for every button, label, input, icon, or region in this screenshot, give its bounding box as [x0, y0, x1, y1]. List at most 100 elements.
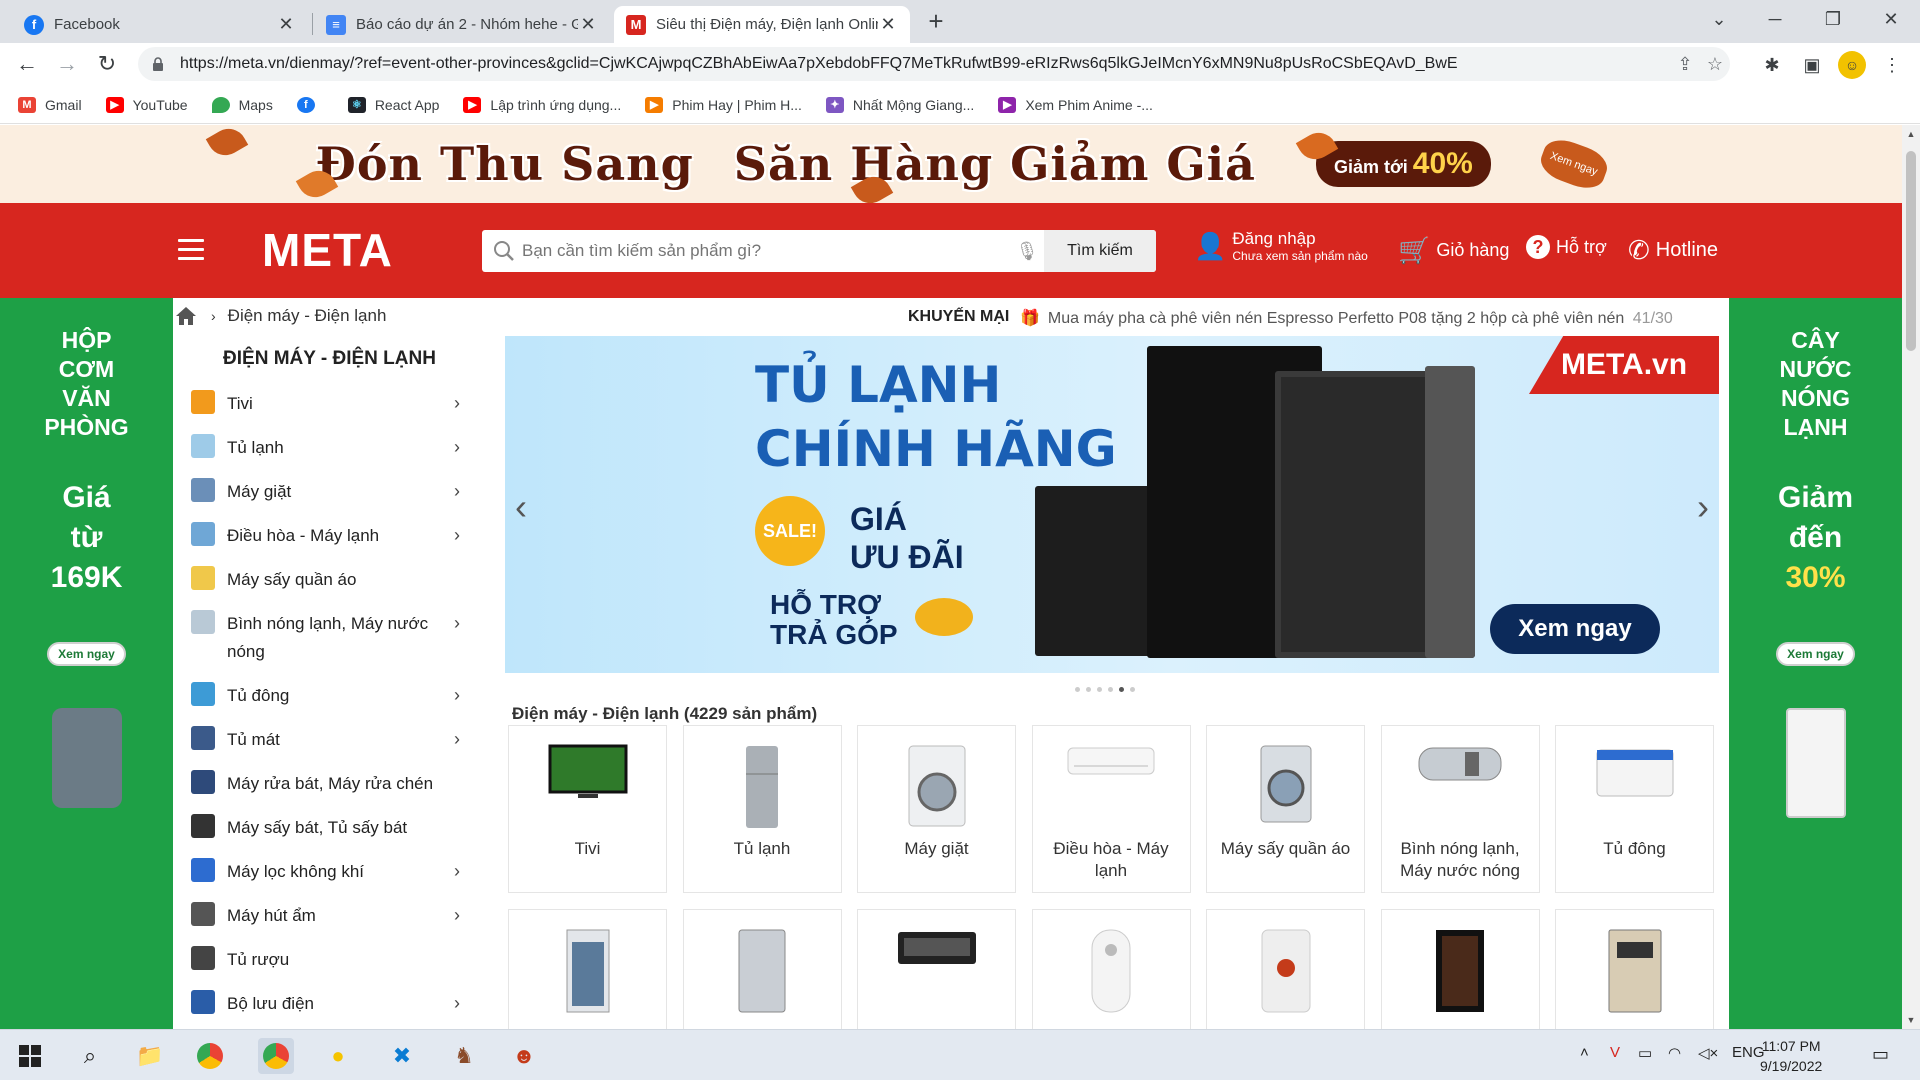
share-icon[interactable]: ⇪	[1670, 54, 1700, 75]
category-card[interactable]: Máy sấy quần áo	[1206, 725, 1365, 893]
profile-avatar[interactable]: ☺	[1838, 51, 1866, 79]
tab-facebook[interactable]: f Facebook ✕	[12, 6, 308, 43]
vpn-icon[interactable]: V	[1610, 1044, 1620, 1061]
category-card[interactable]: Tủ lạnh	[682, 725, 842, 893]
sidebar-item[interactable]: Bộ lưu điện ›	[175, 982, 484, 1026]
sidebar-item[interactable]: Tủ rượu	[175, 938, 484, 982]
microphone-icon[interactable]: 🎙	[1010, 241, 1044, 262]
bookmark-youtube[interactable]: ▶ YouTube	[105, 96, 188, 113]
ad-cta-button[interactable]: Xem ngay	[1776, 642, 1855, 666]
category-card[interactable]	[682, 909, 842, 1029]
volume-icon[interactable]: ◁×	[1698, 1044, 1718, 1062]
close-icon[interactable]: ✕	[878, 14, 898, 35]
sidebar-item[interactable]: Tủ mát ›	[175, 718, 484, 762]
bookmark-lap-trinh[interactable]: ▶ Lập trình ứng dụng...	[463, 96, 621, 113]
carousel-dot[interactable]	[1075, 687, 1080, 692]
chrome-icon[interactable]	[192, 1038, 228, 1074]
battery-icon[interactable]: ▭	[1638, 1044, 1652, 1062]
carousel-next-icon[interactable]: ›	[1697, 486, 1709, 528]
support-link[interactable]: ? Hỗ trợ	[1526, 235, 1607, 259]
search-button[interactable]: Tìm kiếm	[1044, 230, 1156, 272]
sidebar-item[interactable]: Bình nóng lạnh, Máy nước nóng ›	[175, 602, 484, 674]
menu-icon[interactable]: ⋮	[1878, 51, 1906, 79]
bookmark-maps[interactable]: Maps	[211, 96, 273, 113]
cart-link[interactable]: 🛒 Giỏ hàng	[1398, 235, 1509, 266]
carousel-dot[interactable]	[1086, 687, 1091, 692]
minimize-button[interactable]: ─	[1746, 0, 1804, 40]
category-card[interactable]	[1206, 909, 1365, 1029]
category-card[interactable]: Tủ đông	[1555, 725, 1714, 893]
bookmark-gmail[interactable]: M Gmail	[18, 96, 82, 113]
chevron-up-icon[interactable]: ˄	[1580, 1044, 1589, 1061]
hero-carousel[interactable]: ‹ TỦ LẠNH CHÍNH HÃNG SALE! GIÁ ƯU ĐÃI HỖ …	[505, 336, 1719, 673]
close-icon[interactable]: ✕	[276, 14, 296, 35]
carousel-dot[interactable]	[1097, 687, 1102, 692]
page-scrollbar[interactable]: ▲ ▼	[1902, 125, 1920, 1029]
chat-app-icon[interactable]: ●	[320, 1038, 356, 1074]
url-text[interactable]: https://meta.vn/dienmay/?ref=event-other…	[180, 55, 1670, 73]
login-link[interactable]: 👤 Đăng nhập Chưa xem sản phẩm nào	[1194, 229, 1368, 263]
sidebar-item[interactable]: Máy hút ẩm ›	[175, 894, 484, 938]
vscode-icon[interactable]: ✖	[384, 1038, 420, 1074]
side-panel-icon[interactable]: ▣	[1798, 51, 1826, 79]
new-tab-button[interactable]: +	[922, 8, 950, 36]
carousel-dot[interactable]	[1130, 687, 1135, 692]
reload-button[interactable]: ↻	[90, 47, 124, 81]
sidebar-item[interactable]: Tivi ›	[175, 382, 484, 426]
bookmark-phim-hay[interactable]: ▶ Phim Hay | Phim H...	[645, 96, 802, 113]
close-icon[interactable]: ✕	[578, 14, 598, 35]
scrollbar-thumb[interactable]	[1906, 151, 1916, 351]
file-explorer-icon[interactable]: 📁	[132, 1038, 168, 1074]
category-card[interactable]: Máy giặt	[857, 725, 1016, 893]
category-card[interactable]: Tivi	[508, 725, 667, 893]
breadcrumb-current[interactable]: Điện máy - Điện lạnh	[228, 306, 387, 326]
sidebar-item[interactable]: Tủ đông ›	[175, 674, 484, 718]
notification-icon[interactable]: ▭	[1872, 1044, 1889, 1065]
hamburger-menu-icon[interactable]	[178, 239, 204, 261]
sidebar-item[interactable]: Tủ lạnh ›	[175, 426, 484, 470]
bookmark-anime[interactable]: ▶ Xem Phim Anime -...	[998, 96, 1153, 113]
scroll-up-icon[interactable]: ▲	[1902, 129, 1920, 139]
sidebar-item[interactable]: Máy rửa bát, Máy rửa chén	[175, 762, 484, 806]
carousel-dot[interactable]	[1108, 687, 1113, 692]
ad-cta-button[interactable]: Xem ngay	[47, 642, 126, 666]
hotline-link[interactable]: ✆ Hotline	[1628, 235, 1718, 266]
category-card[interactable]	[508, 909, 667, 1029]
address-bar[interactable]: https://meta.vn/dienmay/?ref=event-other…	[138, 47, 1730, 81]
extensions-icon[interactable]: ✱	[1758, 51, 1786, 79]
sidebar-item[interactable]: Máy sấy bát, Tủ sấy bát	[175, 806, 484, 850]
sidebar-item[interactable]: Máy lọc không khí ›	[175, 850, 484, 894]
category-card[interactable]: Bình nóng lạnh, Máy nước nóng	[1380, 725, 1540, 893]
category-card[interactable]	[1380, 909, 1540, 1029]
left-side-ad[interactable]: HỘP CƠM VĂN PHÒNG Giá từ 169K Xem ngay	[0, 298, 173, 1029]
sidebar-item[interactable]: Máy sấy quần áo	[175, 558, 484, 602]
carousel-prev-icon[interactable]: ‹	[515, 486, 527, 528]
sidebar-item[interactable]: Máy giặt ›	[175, 470, 484, 514]
wifi-icon[interactable]: ◠	[1668, 1044, 1681, 1062]
top-promo-banner[interactable]: Đón Thu Sang Săn Hàng Giảm Giá Giảm tới …	[0, 125, 1902, 210]
search-icon[interactable]: ⌕	[72, 1038, 108, 1074]
tab-search-icon[interactable]: ⌄	[1690, 0, 1748, 40]
hero-cta-button[interactable]: Xem ngay	[1490, 604, 1660, 654]
back-button[interactable]: ←	[10, 47, 44, 81]
lock-icon[interactable]	[152, 57, 164, 71]
tab-google-docs[interactable]: ≡ Báo cáo dự án 2 - Nhóm hehe - Google T…	[314, 6, 610, 43]
bookmark-nhat-mong[interactable]: ✦ Nhất Mộng Giang...	[825, 96, 974, 113]
category-card[interactable]	[1031, 909, 1191, 1029]
game-icon[interactable]: ♞	[446, 1038, 482, 1074]
category-card[interactable]	[1555, 909, 1714, 1029]
forward-button[interactable]: →	[50, 47, 84, 81]
bookmark-react-app[interactable]: ⚛ React App	[347, 96, 439, 113]
site-logo[interactable]: META	[262, 223, 393, 277]
chrome-active-icon[interactable]	[258, 1038, 294, 1074]
game-2-icon[interactable]: ☻	[506, 1038, 542, 1074]
category-card[interactable]	[857, 909, 1016, 1029]
tab-meta[interactable]: M Siêu thị Điện máy, Điện lạnh Online ✕	[614, 6, 910, 43]
carousel-dot[interactable]	[1119, 687, 1124, 692]
close-window-button[interactable]: ✕	[1862, 0, 1920, 40]
promo-ticker[interactable]: 🎁 Mua máy pha cà phê viên nén Espresso Pe…	[1020, 308, 1720, 328]
right-side-ad[interactable]: CÂY NƯỚC NÓNG LẠNH Giảm đến 30% Xem ngay	[1729, 298, 1902, 1029]
search-input[interactable]	[522, 231, 1010, 271]
bookmark-facebook[interactable]: f	[296, 96, 324, 113]
clock[interactable]: 11:07 PM 9/19/2022	[1760, 1036, 1822, 1076]
